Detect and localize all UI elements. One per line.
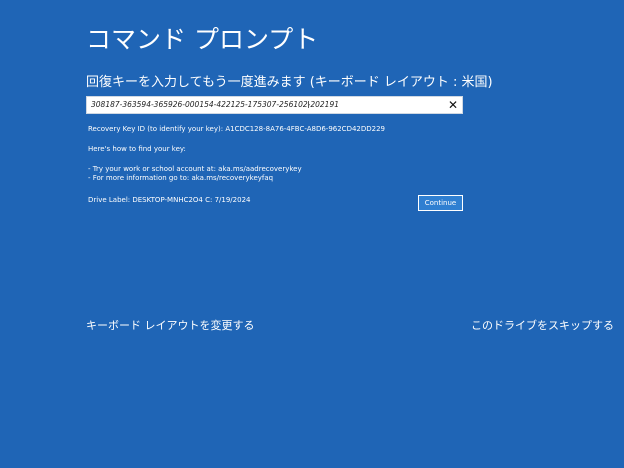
tip-account: - Try your work or school account at: ak… [88, 165, 302, 173]
text-cursor-icon: I [307, 100, 310, 111]
skip-drive-link[interactable]: このドライブをスキップする [471, 318, 614, 333]
recovery-key-id: Recovery Key ID (to identify your key): … [88, 125, 386, 133]
recovery-key-field[interactable]: I ✕ [86, 96, 463, 114]
recovery-key-input[interactable] [91, 97, 421, 113]
close-icon[interactable]: ✕ [447, 97, 459, 113]
change-keyboard-layout-link[interactable]: キーボード レイアウトを変更する [86, 318, 255, 333]
tip-more-info: - For more information go to: aka.ms/rec… [88, 174, 274, 182]
recovery-key-prompt: 回復キーを入力してもう一度進みます (キーボード レイアウト : 米国) [86, 75, 493, 90]
drive-label: Drive Label: DESKTOP-MNHC2O4 C: 7/19/202… [88, 196, 251, 204]
how-to-find-heading: Here's how to find your key: [88, 145, 186, 153]
continue-button[interactable]: Continue [418, 195, 463, 211]
page-title: コマンド プロンプト [86, 25, 319, 54]
